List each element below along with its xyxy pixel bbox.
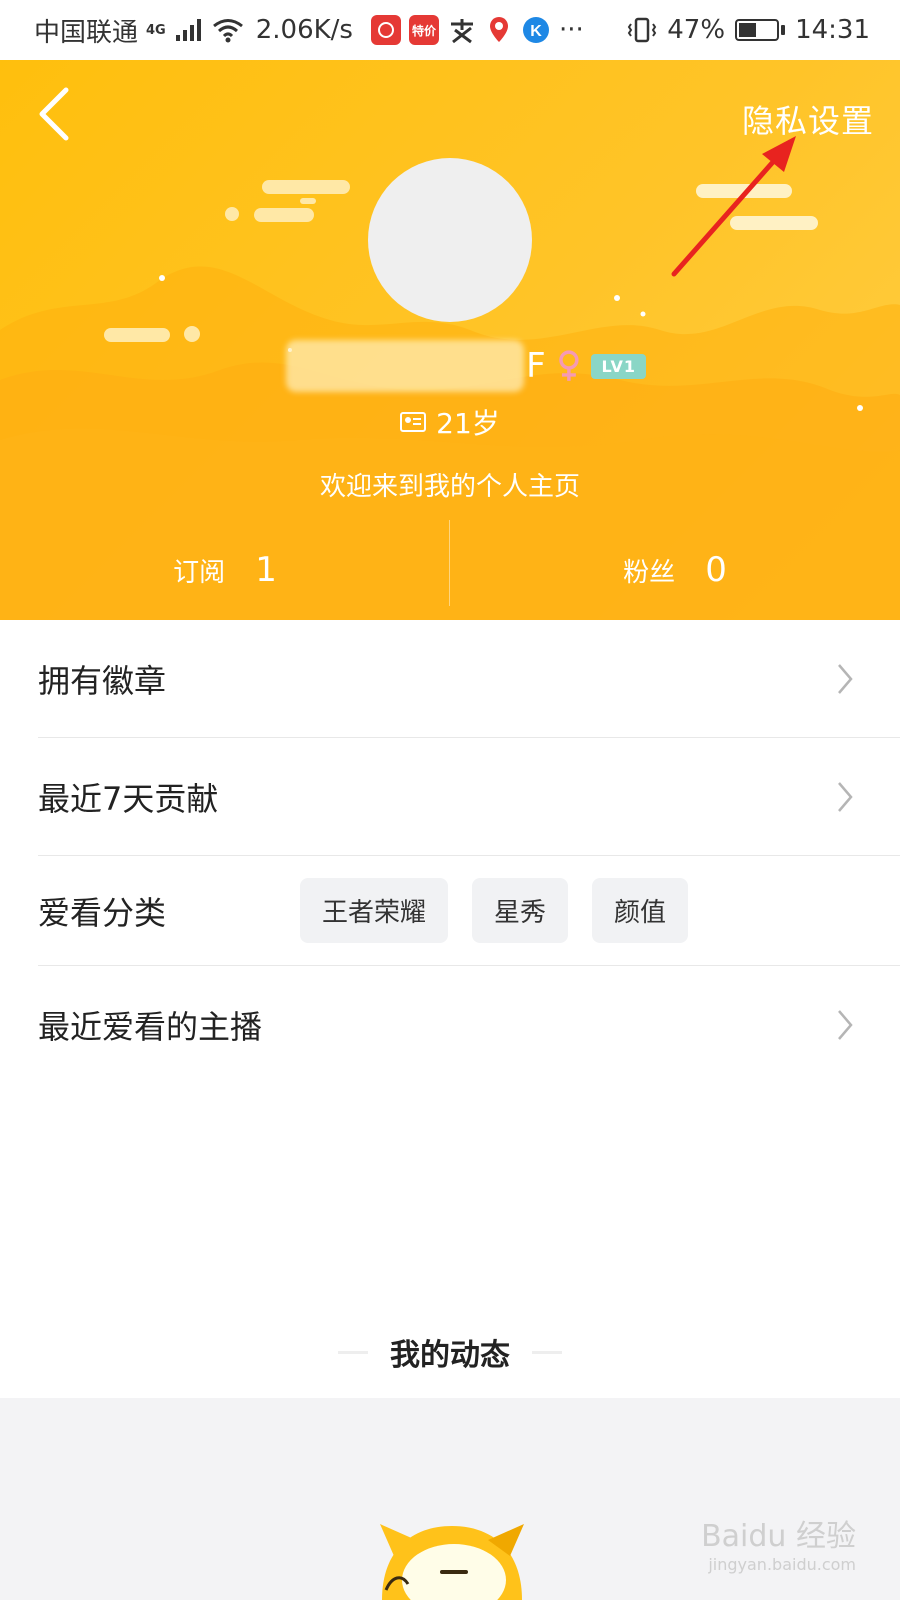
chevron-left-icon bbox=[39, 87, 69, 141]
divider bbox=[338, 1350, 368, 1354]
wifi-icon bbox=[212, 17, 244, 43]
username-blurred bbox=[286, 340, 525, 392]
row-badges[interactable]: 拥有徽章 bbox=[38, 620, 900, 738]
network-speed: 2.06K/s bbox=[255, 15, 353, 45]
row-title: 拥有徽章 bbox=[38, 661, 167, 700]
signal-icon bbox=[174, 17, 204, 43]
category-tag[interactable]: 颜值 bbox=[592, 878, 689, 943]
battery-percent: 47% bbox=[667, 15, 726, 45]
svg-text:K: K bbox=[530, 23, 542, 40]
app-notification-icon: 特价 bbox=[408, 15, 439, 45]
chevron-right-icon bbox=[838, 664, 853, 694]
stat-value: 1 bbox=[255, 550, 277, 590]
network-type: 4G bbox=[146, 22, 166, 38]
annotation-arrow-icon bbox=[671, 136, 796, 277]
my-posts-section-title: 我的动态 bbox=[0, 1330, 900, 1374]
vibrate-icon bbox=[627, 16, 657, 44]
divider bbox=[532, 1350, 562, 1354]
chevron-right-icon bbox=[838, 1010, 853, 1040]
category-tag[interactable]: 星秀 bbox=[472, 878, 569, 943]
profile-screen: 中国联通 4G 2.06K/s 特价 K ··· 47% 14:31 隐私设置 … bbox=[0, 0, 900, 1600]
profile-info-list: 拥有徽章 最近7天贡献 爱看分类 王者荣耀 星秀 颜值 最近爱看的主播 bbox=[0, 620, 900, 1084]
watermark-main: Baidu 经验 bbox=[701, 1519, 856, 1554]
more-notifications: ··· bbox=[558, 15, 584, 45]
row-recent-anchors[interactable]: 最近爱看的主播 bbox=[38, 966, 900, 1084]
watermark: Baidu 经验 jingyan.baidu.com bbox=[701, 1511, 856, 1574]
section-title-text: 我的动态 bbox=[390, 1338, 510, 1373]
row-contribution[interactable]: 最近7天贡献 bbox=[38, 738, 900, 856]
female-icon bbox=[558, 350, 579, 381]
stat-label: 粉丝 bbox=[623, 557, 676, 588]
back-button[interactable] bbox=[34, 86, 84, 146]
row-categories: 爱看分类 王者荣耀 星秀 颜值 bbox=[38, 856, 900, 966]
chevron-right-icon bbox=[838, 782, 853, 812]
id-card-icon bbox=[400, 412, 427, 432]
username-row: F LV1 bbox=[286, 338, 646, 394]
battery-icon bbox=[735, 19, 786, 41]
mascot-illustration bbox=[380, 1524, 524, 1600]
username-tail: F bbox=[526, 346, 546, 386]
category-tags: 王者荣耀 星秀 颜值 bbox=[300, 878, 689, 943]
stat-fans[interactable]: 粉丝 0 bbox=[450, 520, 900, 620]
stat-subscriptions[interactable]: 订阅 1 bbox=[0, 520, 450, 620]
app-notification-icon: K bbox=[521, 15, 551, 45]
stat-label: 订阅 bbox=[173, 557, 226, 588]
row-title: 爱看分类 bbox=[38, 893, 167, 932]
stats-row: 订阅 1 粉丝 0 bbox=[0, 520, 900, 620]
clock: 14:31 bbox=[795, 15, 870, 45]
location-icon bbox=[485, 15, 513, 45]
age-label: 21岁 bbox=[436, 407, 500, 440]
stats-divider bbox=[449, 520, 450, 606]
watermark-sub: jingyan.baidu.com bbox=[708, 1555, 856, 1574]
category-tag[interactable]: 王者荣耀 bbox=[300, 878, 449, 943]
level-badge: LV1 bbox=[591, 353, 646, 379]
stat-value: 0 bbox=[705, 550, 727, 590]
app-notification-icon bbox=[370, 15, 401, 45]
avatar[interactable] bbox=[368, 158, 532, 322]
carrier-label: 中国联通 bbox=[34, 17, 139, 48]
age-row: 21岁 bbox=[0, 402, 900, 442]
status-bar: 中国联通 4G 2.06K/s 特价 K ··· 47% 14:31 bbox=[0, 0, 900, 60]
row-title: 最近爱看的主播 bbox=[38, 1008, 263, 1046]
app-notification-icon bbox=[447, 16, 477, 44]
profile-motto: 欢迎来到我的个人主页 bbox=[319, 472, 580, 502]
row-title: 最近7天贡献 bbox=[38, 779, 219, 818]
